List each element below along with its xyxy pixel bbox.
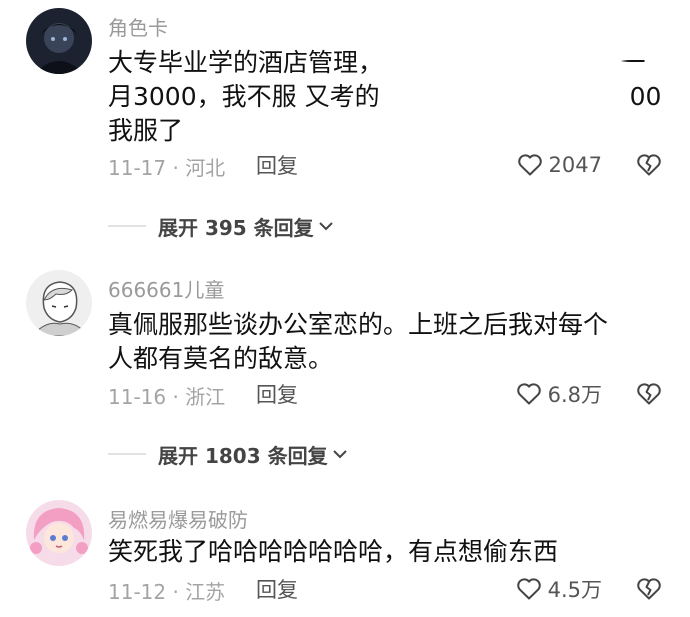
username[interactable]: 易燃易爆易破防 [108,504,248,533]
reply-button[interactable]: 回复 [256,574,298,604]
dislike-button[interactable] [636,576,662,602]
broken-heart-icon [637,578,661,600]
comment-meta: 11-12 · 江苏 回复 4.5万 [108,574,664,604]
heart-outline-icon [516,578,541,600]
comment-text: 笑死我了哈哈哈哈哈哈哈，有点想偷东西 [108,535,653,569]
like-button[interactable]: 4.5万 [516,574,602,604]
like-count: 4.5万 [547,578,602,602]
date-location: 11-12 · 江苏 [108,580,226,604]
comment-item: 易燃易爆易破防 笑死我了哈哈哈哈哈哈哈，有点想偷东西 11-12 · 江苏 回复… [0,0,690,617]
avatar[interactable] [26,500,92,566]
avatar-image [26,500,92,566]
comment-line: 笑死我了哈哈哈哈哈哈哈，有点想偷东西 [108,537,559,566]
